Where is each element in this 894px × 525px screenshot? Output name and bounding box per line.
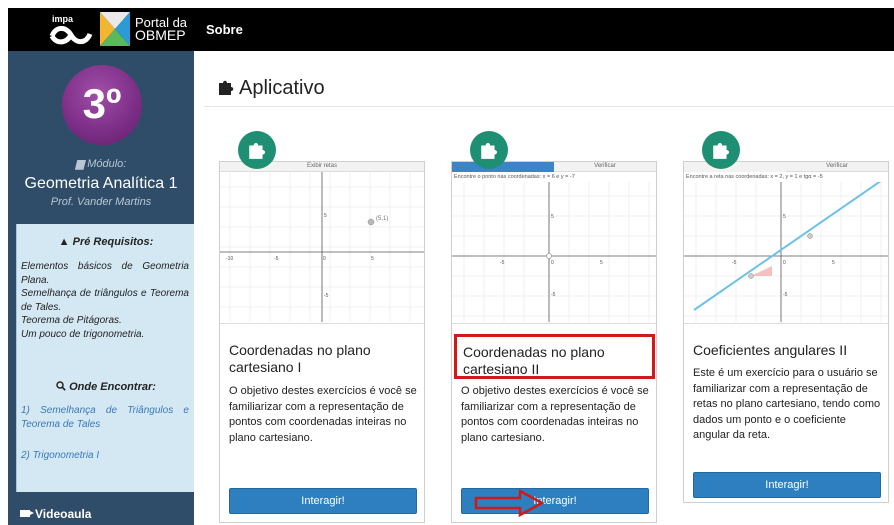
svg-text:-5: -5: [500, 260, 505, 266]
svg-text:-5: -5: [732, 260, 737, 266]
puzzle-icon: [249, 143, 266, 159]
prereq-item: Semelhança de triângulos e Teorema de Ta…: [21, 288, 189, 313]
svg-text:5: 5: [832, 260, 835, 266]
card-title: Coordenadas no plano cartesiano I: [229, 342, 371, 375]
app-card: Exibir retas (5,1) -10 -5 0 5 5 -5 Coord…: [219, 161, 425, 523]
tab-active: [684, 162, 786, 172]
warning-icon: ▲: [58, 236, 73, 248]
svg-text:-5: -5: [551, 292, 556, 298]
prereq-heading: ▲ Pré Requisitos:: [58, 236, 154, 248]
svg-text:5: 5: [324, 213, 327, 219]
tab-active: [452, 162, 554, 172]
video-camera-icon: [20, 510, 34, 517]
app-preview-graph: Exibir retas (5,1) -10 -5 0 5 5 -5: [220, 162, 424, 324]
onde-heading: Onde Encontrar:: [17, 380, 195, 393]
modulo-label: ▆ Módulo:: [75, 158, 127, 170]
card-description: O objetivo destes exercícios é você se f…: [229, 385, 417, 444]
prereq-item: Elementos básicos de Geometria Plana.: [21, 261, 189, 286]
prereq-list: Elementos básicos de Geometria Plana. Se…: [21, 260, 189, 341]
tab-verificar: Verificar: [786, 162, 888, 172]
app-icon-circle: [238, 131, 276, 169]
preview-instruction: Encontre o ponto nas coordenadas: x = 6 …: [454, 174, 575, 180]
onde-list: 1) Semelhança de Triângulos e Teorema de…: [21, 404, 189, 480]
obmep-logo[interactable]: [100, 12, 130, 46]
interagir-button[interactable]: Interagir!: [229, 488, 417, 514]
book-icon: ▆: [75, 158, 88, 170]
svg-text:5: 5: [600, 260, 603, 266]
svg-text:0: 0: [551, 260, 554, 266]
module-title: Geometria Analítica 1: [24, 175, 178, 192]
tab-verificar: Verificar: [554, 162, 656, 172]
svg-text:-5: -5: [274, 256, 279, 262]
search-icon: [56, 381, 69, 393]
portal-line2: OBMEP: [135, 27, 186, 43]
interagir-button[interactable]: Interagir!: [693, 472, 881, 498]
svg-text:-10: -10: [226, 256, 233, 262]
red-arrow-annotation: [474, 488, 545, 518]
app-preview-graph: Verificar Encontre a reta nas coordenada…: [684, 162, 888, 324]
professor-name: Prof. Vander Martins: [50, 196, 152, 208]
sidebar: 3º ▆ Módulo: Geometria Analítica 1 Prof.…: [8, 51, 194, 525]
svg-text:-5: -5: [324, 293, 329, 299]
page-title: Aplicativo: [217, 76, 325, 100]
module-number-badge: 3º: [62, 65, 142, 145]
prerequisites-panel: ▲ Pré Requisitos: Elementos básicos de G…: [16, 224, 194, 492]
app-card: Verificar Encontre a reta nas coordenada…: [683, 161, 889, 503]
title-divider: [204, 106, 894, 107]
svg-text:0: 0: [323, 256, 326, 262]
prereq-item: Um pouco de trigonometria.: [21, 328, 145, 340]
svg-text:(5,1): (5,1): [376, 216, 388, 222]
puzzle-icon: [481, 143, 498, 159]
impa-logo[interactable]: impa: [48, 14, 98, 46]
puzzle-icon: [217, 78, 235, 96]
svg-text:5: 5: [551, 214, 554, 220]
puzzle-icon: [713, 143, 730, 159]
svg-text:-5: -5: [783, 292, 788, 298]
videoaula-link[interactable]: Videoaula: [20, 507, 91, 521]
cartesian-grid: -5 0 5 5 -5: [452, 182, 656, 322]
app-preview-graph: Verificar Encontre o ponto nas coordenad…: [452, 162, 656, 324]
card-description: Este é um exercício para o usuário se fa…: [693, 367, 881, 441]
badge-text: 3º: [82, 80, 122, 127]
portal-obmep-title[interactable]: Portal da OBMEP: [135, 16, 187, 42]
card-description: O objetivo destes exercícios é você se f…: [461, 385, 649, 444]
card-title: Coeficientes angulares II: [693, 342, 848, 358]
prereq-item: Teorema de Pitágoras.: [21, 315, 122, 326]
nav-sobre-link[interactable]: Sobre: [206, 22, 243, 37]
cartesian-grid: -5 0 5 5 -5: [684, 182, 888, 322]
card-title-highlighted: Coordenadas no plano cartesiano II: [454, 334, 655, 379]
svg-text:0: 0: [783, 260, 786, 266]
app-icon-circle: [470, 131, 508, 169]
app-card: Verificar Encontre o ponto nas coordenad…: [451, 161, 657, 523]
top-navbar: impa Portal da OBMEP Sobre: [8, 8, 894, 51]
app-icon-circle: [702, 131, 740, 169]
svg-text:5: 5: [371, 256, 374, 262]
cartesian-grid: (5,1) -10 -5 0 5 5 -5: [220, 172, 424, 322]
svg-text:5: 5: [783, 214, 786, 220]
onde-link[interactable]: 1) Semelhança de Triângulos e Teorema de…: [21, 404, 189, 432]
onde-link[interactable]: 2) Trigonometria I: [21, 449, 189, 463]
preview-instruction: Encontre a reta nas coordenadas: x = 2, …: [686, 174, 823, 180]
